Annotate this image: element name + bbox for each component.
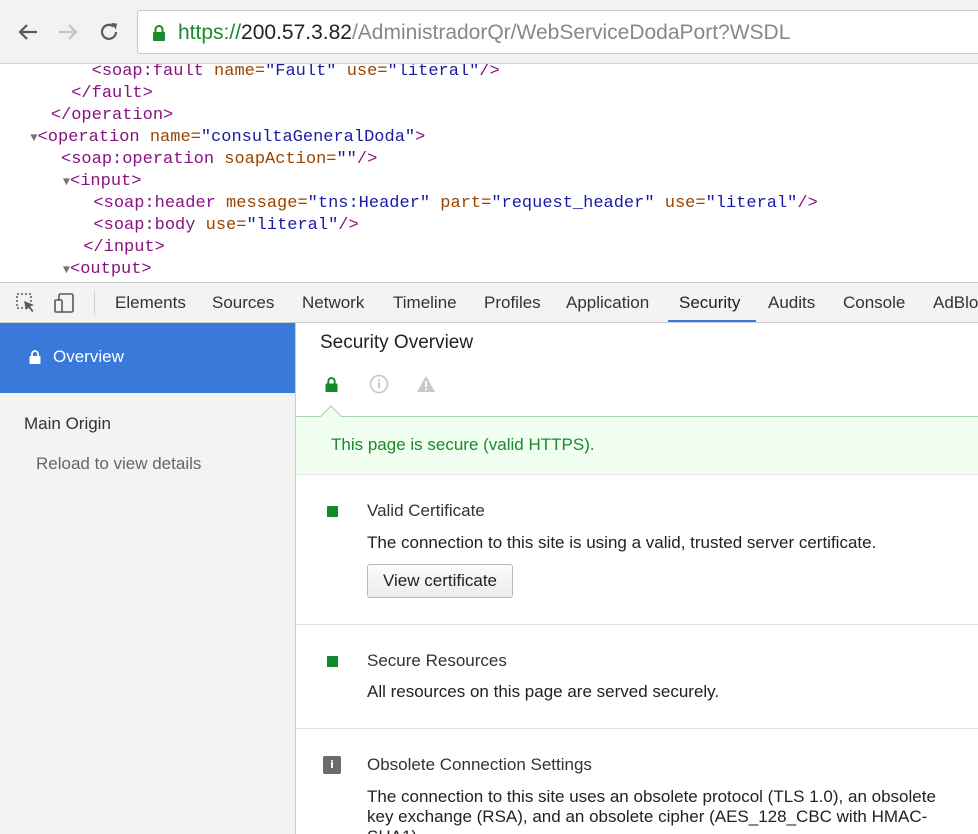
- sidebar-item-label: Overview: [53, 347, 124, 366]
- section-title: Valid Certificate: [367, 501, 485, 520]
- info-icon: i: [323, 756, 341, 774]
- security-sidebar: Overview Main Origin Reload to view deta…: [0, 323, 296, 834]
- url-text: https://200.57.3.82/AdministradorQr/WebS…: [178, 21, 790, 45]
- summary-pointer-notch: [320, 405, 342, 417]
- tab-security[interactable]: Security: [679, 283, 740, 323]
- url-path: /AdministradorQr/WebServiceDodaPort?WSDL: [351, 21, 791, 44]
- sidebar-main-origin-heading: Main Origin: [24, 414, 111, 433]
- forward-arrow-icon: [59, 24, 78, 40]
- section-valid-certificate: Valid Certificate The connection to this…: [296, 475, 978, 625]
- tab-sources[interactable]: Sources: [212, 283, 274, 323]
- tab-console[interactable]: Console: [843, 283, 905, 323]
- view-certificate-button[interactable]: View certificate: [367, 564, 514, 598]
- tab-network[interactable]: Network: [302, 283, 364, 323]
- page-title: Security Overview: [320, 332, 474, 353]
- source-line: ▼<operation name="consultaGeneralDoda">: [30, 128, 426, 147]
- tab-timeline[interactable]: Timeline: [393, 283, 457, 323]
- collapse-triangle-icon[interactable]: ▼: [63, 175, 70, 189]
- browser-toolbar: https://200.57.3.82/AdministradorQr/WebS…: [0, 0, 978, 64]
- section-description: The connection to this site uses an obso…: [367, 787, 936, 834]
- collapse-triangle-icon[interactable]: ▼: [63, 263, 70, 277]
- back-arrow-icon: [18, 24, 37, 40]
- source-line: </input>: [83, 238, 165, 257]
- url-host: 200.57.3.82: [241, 21, 352, 44]
- tab-application[interactable]: Application: [566, 283, 649, 323]
- lock-icon: [153, 25, 165, 41]
- sidebar-item-overview[interactable]: Overview: [0, 323, 295, 393]
- source-line: </fault>: [71, 84, 153, 103]
- secure-status-icon: [327, 656, 338, 667]
- source-line: <soap:operation soapAction=""/>: [61, 150, 378, 169]
- warning-triangle-icon[interactable]: [416, 375, 436, 393]
- tab-adblock[interactable]: AdBlock: [933, 283, 978, 323]
- section-obsolete-connection: i Obsolete Connection Settings The conne…: [296, 729, 978, 834]
- source-line: ▼<output>: [62, 260, 152, 279]
- xml-source-view: <soap:fault name="Fault" use="literal"/>…: [0, 64, 978, 282]
- device-mode-icon[interactable]: [53, 292, 75, 314]
- secure-status-icon: [327, 506, 338, 517]
- source-line: <soap:body use="literal"/>: [93, 216, 359, 235]
- toolbar-divider: [94, 291, 95, 315]
- tab-audits[interactable]: Audits: [768, 283, 815, 323]
- security-summary-icons: [296, 373, 978, 403]
- tab-elements[interactable]: Elements: [115, 283, 186, 323]
- security-summary-text: This page is secure (valid HTTPS).: [331, 435, 595, 454]
- tab-profiles[interactable]: Profiles: [484, 283, 541, 323]
- source-line: ▼<input>: [62, 172, 142, 191]
- security-overview-panel: Security Overview This page is secure (v…: [296, 323, 978, 834]
- forward-button[interactable]: [54, 16, 82, 48]
- section-description: The connection to this site is using a v…: [367, 533, 877, 552]
- url-scheme: https://: [178, 21, 242, 44]
- source-line: <soap:fault name="Fault" use="literal"/>: [10, 64, 500, 81]
- lock-icon: [29, 350, 41, 364]
- devtools-tab-bar: Elements Sources Network Timeline Profil…: [0, 282, 978, 323]
- secure-lock-icon[interactable]: [325, 377, 338, 392]
- section-title: Obsolete Connection Settings: [367, 755, 592, 774]
- collapse-triangle-icon[interactable]: ▼: [30, 131, 37, 145]
- source-line: <soap:header message="tns:Header" part="…: [93, 194, 818, 213]
- section-title: Secure Resources: [367, 651, 507, 670]
- address-bar[interactable]: https://200.57.3.82/AdministradorQr/WebS…: [137, 10, 978, 54]
- source-line: </operation>: [50, 106, 174, 125]
- reload-button[interactable]: [95, 16, 123, 48]
- inspect-element-icon[interactable]: [15, 292, 37, 314]
- active-tab-indicator: [668, 320, 756, 322]
- section-secure-resources: Secure Resources All resources on this p…: [296, 625, 978, 729]
- back-button[interactable]: [14, 16, 42, 48]
- section-description: All resources on this page are served se…: [367, 682, 720, 701]
- reload-icon: [100, 23, 118, 40]
- sidebar-reload-hint: Reload to view details: [36, 454, 202, 473]
- info-circle-icon[interactable]: [369, 374, 389, 394]
